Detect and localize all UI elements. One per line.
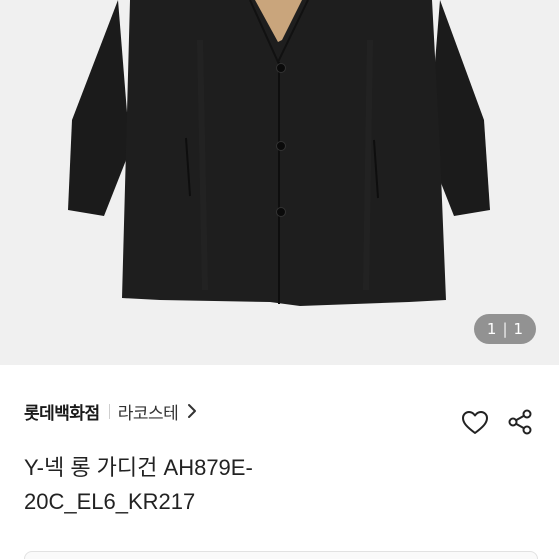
product-info: 롯데백화점 라코스테 Y-넥 롱 가디건 AH879E- 20C_EL6_KR2…	[0, 365, 559, 559]
product-image[interactable]: 1 | 1	[0, 0, 559, 365]
image-counter: 1 | 1	[474, 314, 536, 344]
image-counter-total: 1	[513, 320, 524, 338]
brand-divider	[108, 403, 110, 419]
product-title-line-1: Y-넥 롱 가디건 AH879E-	[24, 455, 253, 480]
product-title-line-2: 20C_EL6_KR217	[24, 489, 196, 514]
brand-name[interactable]: 라코스테	[118, 399, 179, 424]
share-icon[interactable]	[506, 408, 534, 436]
brand-row[interactable]: 롯데백화점 라코스테	[24, 399, 197, 424]
chevron-right-icon[interactable]	[187, 403, 197, 419]
image-counter-separator: |	[502, 320, 508, 338]
image-counter-current: 1	[486, 320, 497, 338]
option-card[interactable]	[24, 551, 538, 559]
coat-illustration	[0, 0, 559, 365]
product-title: Y-넥 롱 가디건 AH879E- 20C_EL6_KR217	[24, 451, 324, 519]
store-name[interactable]: 롯데백화점	[24, 399, 100, 424]
heart-icon[interactable]	[461, 409, 489, 437]
